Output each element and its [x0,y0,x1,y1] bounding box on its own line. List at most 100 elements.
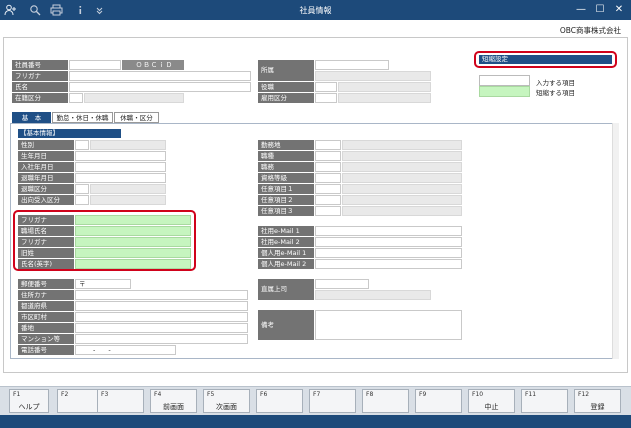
fkey-f3-button[interactable]: F3 [97,389,144,413]
tab-basic[interactable]: 基 本 [12,112,51,123]
employment-code-field[interactable] [315,93,337,103]
hire-date-field[interactable] [75,162,166,172]
status-code-field[interactable] [69,93,83,103]
legend-short-swatch [479,86,530,97]
optional-2-name-field [342,195,462,205]
name-field[interactable] [69,82,251,92]
boss-label: 直属上司 [258,279,314,300]
birthdate-field[interactable] [75,151,166,161]
city-field[interactable] [75,312,248,322]
personal-email-1-field[interactable] [315,248,462,258]
furigana-2-label: フリガナ [18,215,74,225]
retire-date-field[interactable] [75,173,166,183]
maximize-button[interactable]: ☐ [592,3,608,17]
optional-3-code-field[interactable] [315,206,341,216]
minimize-button[interactable]: — [573,3,589,17]
street-field[interactable] [75,323,248,333]
duty-code-field[interactable] [315,162,341,172]
tab-leave[interactable]: 休職・区分 [114,112,159,123]
fkey-f12-button[interactable]: F12 登録 [574,389,621,413]
fkey-number: F2 [61,391,69,398]
short-setting-button[interactable]: 短縮設定 [479,55,612,64]
legend-input-label: 入力する項目 [536,79,575,87]
fkey-f9-button[interactable]: F9 [415,389,462,413]
position-code-field[interactable] [315,82,337,92]
memo-field[interactable] [315,310,462,340]
legend-short-label: 短縮する項目 [536,89,575,97]
name-label: 氏名 [12,82,68,92]
email-2-field[interactable] [315,237,462,247]
tab-attendance[interactable]: 勤怠・休日・休職 [52,112,113,123]
employment-name-field [338,93,431,103]
fkey-number: F5 [207,391,215,398]
personal-email-1-label: 個人用e-Mail 1 [258,248,314,258]
optional-2-label: 任意項目２ [258,195,314,205]
fkey-f7-button[interactable]: F7 [309,389,356,413]
work-location-label: 勤務地 [258,140,314,150]
window-title: 社員情報 [299,6,332,15]
address-kana-field[interactable] [75,290,248,300]
fkey-number: F10 [472,391,484,398]
dept-name-field [315,71,431,81]
phone-field[interactable]: - - [75,345,176,355]
status-bar [0,415,631,428]
maiden-name-field[interactable] [75,248,191,258]
employee-no-label: 社員番号 [12,60,68,70]
building-field[interactable] [75,334,248,344]
status-label: 在籍区分 [12,93,68,103]
company-name: OBC商事株式会社 [559,26,621,35]
boss-name-field [315,290,431,300]
optional-1-label: 任意項目１ [258,184,314,194]
city-label: 市区町村 [18,312,74,322]
retire-type-code-field[interactable] [75,184,89,194]
english-name-field[interactable] [75,259,191,269]
fkey-f6-button[interactable]: F6 [256,389,303,413]
optional-2-code-field[interactable] [315,195,341,205]
furigana-2-field[interactable] [75,215,191,225]
postal-code-label: 郵便番号 [18,279,74,289]
fkey-number: F4 [154,391,162,398]
employee-no-value[interactable]: ＯＢＣｉＤ [122,60,184,70]
duty-label: 職務 [258,162,314,172]
fkey-f11-button[interactable]: F11 [521,389,568,413]
email-2-label: 社用e-Mail 2 [258,237,314,247]
close-button[interactable]: ✕ [611,3,627,17]
work-name-label: 職場氏名 [18,226,74,236]
hire-date-label: 入社年月日 [18,162,74,172]
fkey-number: F6 [260,391,268,398]
boss-code-field[interactable] [315,279,369,289]
fkey-f1-button[interactable]: F1 ヘルプ [9,389,49,413]
fkey-f4-button[interactable]: F4 前画面 [150,389,197,413]
fkey-label: 前画面 [163,403,184,411]
furigana-field[interactable] [69,71,251,81]
personal-email-2-label: 個人用e-Mail 2 [258,259,314,269]
gender-code-field[interactable] [75,140,89,150]
job-type-code-field[interactable] [315,151,341,161]
transfer-type-label: 出向受入区分 [18,195,74,205]
section-title: 【基本情報】 [18,129,121,138]
job-type-label: 職種 [258,151,314,161]
personal-email-2-field[interactable] [315,259,462,269]
email-1-field[interactable] [315,226,462,236]
vertical-scrollbar[interactable] [612,123,619,359]
dept-code-field[interactable] [315,60,389,70]
transfer-type-code-field[interactable] [75,195,89,205]
fkey-f10-button[interactable]: F10 中止 [468,389,515,413]
fkey-f5-button[interactable]: F5 次画面 [203,389,250,413]
work-name-field[interactable] [75,226,191,236]
optional-1-code-field[interactable] [315,184,341,194]
phone-value: - - [93,346,111,354]
employee-no-field[interactable] [69,60,121,70]
prefecture-field[interactable] [75,301,248,311]
fkey-number: F11 [525,391,537,398]
postal-code-field[interactable]: 〒 [75,279,131,289]
fkey-number: F9 [419,391,427,398]
furigana-3-field[interactable] [75,237,191,247]
fkey-number: F8 [366,391,374,398]
furigana-3-label: フリガナ [18,237,74,247]
memo-label: 備考 [258,310,314,340]
fkey-f8-button[interactable]: F8 [362,389,409,413]
work-location-code-field[interactable] [315,140,341,150]
grade-code-field[interactable] [315,173,341,183]
english-name-label: 氏名(英字) [18,259,74,269]
